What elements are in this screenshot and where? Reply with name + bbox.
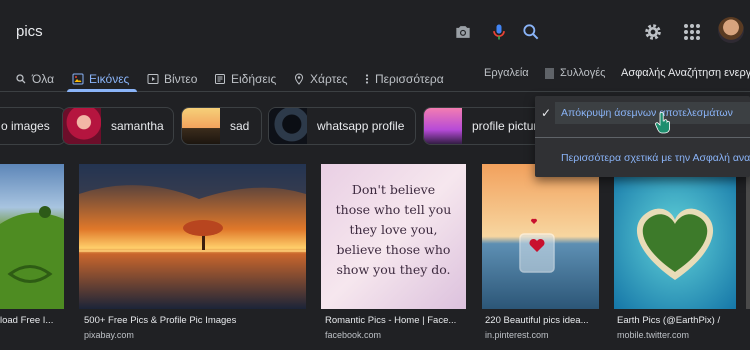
heart-glass-illustration <box>482 164 599 309</box>
tools-button[interactable]: Εργαλεία <box>484 67 529 79</box>
result-source[interactable]: pixabay.com <box>84 330 304 340</box>
chip-images[interactable]: o images <box>0 107 66 145</box>
heart-island-illustration <box>614 164 736 309</box>
play-icon <box>147 74 159 84</box>
landscape-illustration <box>0 206 64 309</box>
map-pin-icon <box>294 73 304 85</box>
tab-label: Όλα <box>32 72 55 86</box>
chip-label: whatsapp profile <box>317 119 405 133</box>
tab-label: Βίντεο <box>164 72 198 86</box>
result-caption[interactable]: Earth Pics (@EarthPix) / <box>617 315 739 326</box>
collections-button[interactable]: Συλλογές <box>545 67 605 79</box>
menu-item-more-about-safesearch[interactable]: Περισσότερα σχετικά με την Ασφαλή ανα <box>561 152 750 164</box>
menu-item-hide-explicit[interactable]: ✓ Απόκρυψη άσεμνων αποτελεσμάτων <box>535 102 750 124</box>
search-icon <box>16 74 26 84</box>
bookmark-icon <box>545 67 554 79</box>
result-source[interactable]: in.pinterest.com <box>485 330 599 340</box>
camera-icon[interactable] <box>453 22 473 42</box>
result-caption[interactable]: load Free I... <box>0 315 64 326</box>
quote-line: they love you, <box>349 222 438 237</box>
collections-label: Συλλογές <box>560 67 606 79</box>
chip-thumbnail <box>424 108 462 144</box>
tab-videos[interactable]: Βίντεο <box>147 67 197 91</box>
quote-line: believe those who <box>336 242 451 257</box>
search-icon[interactable] <box>521 22 541 42</box>
chip-thumbnail <box>269 108 307 144</box>
result-image[interactable] <box>746 164 750 309</box>
search-input[interactable]: pics <box>16 23 43 40</box>
menu-item-label: Απόκρυψη άσεμνων αποτελεσμάτων <box>561 107 733 119</box>
chip-whatsapp-profile[interactable]: whatsapp profile <box>268 107 416 145</box>
tab-more[interactable]: Περισσότερα <box>364 67 444 91</box>
result-caption[interactable]: 500+ Free Pics & Profile Pic Images <box>84 315 304 326</box>
news-icon <box>215 74 225 84</box>
quote-line: those who tell you <box>335 202 452 217</box>
check-icon: ✓ <box>541 106 552 120</box>
tab-label: Χάρτες <box>310 72 348 86</box>
microphone-icon[interactable] <box>489 22 509 42</box>
chip-label: o images <box>1 119 50 133</box>
user-avatar[interactable] <box>718 17 744 43</box>
chip-label: samantha <box>111 119 164 133</box>
tab-label: Περισσότερα <box>375 72 444 86</box>
active-tab-indicator <box>67 89 137 92</box>
chip-thumbnail <box>63 108 101 144</box>
safesearch-button[interactable]: Ασφαλής Αναζήτηση ενεργ <box>621 67 750 79</box>
quote-line: show you they do. <box>336 262 451 277</box>
chip-sad[interactable]: sad <box>181 107 262 145</box>
tab-label: Ειδήσεις <box>231 72 277 86</box>
result-source[interactable]: mobile.twitter.com <box>617 330 739 340</box>
image-results: load Free I... 500+ Free Pics & Profile … <box>0 164 750 350</box>
gear-icon[interactable] <box>642 21 664 43</box>
tab-images[interactable]: Εικόνες <box>72 67 129 91</box>
result-caption[interactable]: 220 Beautiful pics idea... <box>485 315 599 326</box>
safesearch-menu: ✓ Απόκρυψη άσεμνων αποτελεσμάτων Περισσό… <box>535 96 750 177</box>
quote-line: Don't believe <box>351 182 436 197</box>
menu-divider <box>535 137 750 138</box>
chip-label: sad <box>230 119 250 133</box>
sunset-tree-illustration <box>79 164 306 309</box>
search-bar[interactable]: pics <box>0 0 750 62</box>
apps-grid-icon[interactable] <box>682 22 702 42</box>
chip-thumbnail <box>182 108 220 144</box>
hand-cursor-icon <box>655 112 670 134</box>
image-icon <box>72 73 84 85</box>
result-image[interactable] <box>0 164 64 309</box>
tab-all[interactable]: Όλα <box>15 67 54 91</box>
result-image[interactable] <box>79 164 306 309</box>
result-image[interactable] <box>482 164 599 309</box>
result-image[interactable]: Don't believe those who tell you they lo… <box>321 164 466 309</box>
tab-label: Εικόνες <box>89 72 130 86</box>
tab-news[interactable]: Ειδήσεις <box>214 67 276 91</box>
result-source[interactable]: facebook.com <box>325 330 470 340</box>
more-vert-icon <box>365 74 369 84</box>
tab-maps[interactable]: Χάρτες <box>293 67 347 91</box>
chip-samantha[interactable]: samantha <box>62 107 174 145</box>
result-image[interactable] <box>614 164 736 309</box>
result-caption[interactable]: Romantic Pics - Home | Face... <box>325 315 470 326</box>
